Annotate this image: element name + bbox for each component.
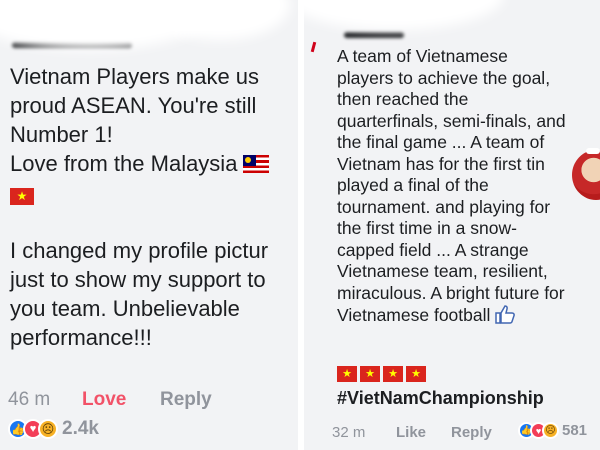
comment-line: the first time in a snow-	[337, 218, 517, 238]
flag-vietnam-icon: ★	[337, 366, 357, 382]
reaction-count: 2.4k	[62, 418, 99, 439]
comment-line-with-icon: Vietnamese football	[337, 304, 566, 327]
right-comment-panel: A team of Vietnamese players to achieve …	[304, 0, 600, 450]
comment-line: miraculous. A bright future for	[337, 282, 565, 303]
comment-line: just to show my support to	[10, 267, 266, 292]
sad-reaction-icon: ☹	[542, 422, 559, 439]
reaction-summary[interactable]: 👍 ♥ ☹ 581	[518, 422, 587, 439]
comment-line: then reached the	[337, 89, 469, 109]
blur-overlay	[304, 0, 504, 30]
thumbs-up-icon	[495, 305, 516, 324]
comment-line: proud ASEAN. You're still	[10, 93, 257, 118]
reply-button[interactable]: Reply	[451, 424, 492, 441]
comment-timestamp: 46 m	[8, 389, 51, 410]
sad-reaction-icon: ☹	[38, 419, 58, 439]
love-reaction-button[interactable]: Love	[82, 389, 126, 411]
comment-line: Vietnam has for the first tin	[337, 153, 545, 174]
commenter-name-blurred	[344, 32, 404, 38]
comment-line: played a final of the	[337, 175, 489, 195]
reaction-count: 581	[562, 422, 588, 439]
comment-line: you team. Unbelievable	[10, 296, 240, 321]
comment-line-with-flag: Love from the Malaysia	[10, 149, 270, 178]
like-button[interactable]: Like	[396, 424, 426, 441]
vietnam-flag-strip: ★ ★ ★ ★	[337, 366, 429, 382]
comment-line: I changed my profile pictur	[10, 238, 269, 263]
avatar-hat-trim	[586, 148, 600, 154]
red-mark	[310, 41, 317, 53]
comment-line: capped field ... A strange	[337, 239, 529, 260]
hashtag-link[interactable]: #VietNamChampionship	[337, 388, 544, 409]
flag-malaysia-icon	[243, 155, 270, 173]
comment-body: Vietnam Players make us proud ASEAN. You…	[10, 62, 270, 352]
reaction-summary[interactable]: 👍 ♥ ☹ 2.4k	[8, 418, 99, 440]
comment-line: Love from the Malaysia	[10, 151, 238, 176]
comment-line: Number 1!	[10, 122, 113, 147]
comment-line: tournament. and playing for	[337, 196, 551, 217]
comment-line: Vietnamese team, resilient,	[337, 261, 548, 281]
comment-body: A team of Vietnamese players to achieve …	[337, 46, 566, 327]
comment-line: A team of Vietnamese	[337, 46, 508, 66]
comment-line: quarterfinals, semi-finals, and	[337, 110, 566, 131]
left-comment-panel: Vietnam Players make us proud ASEAN. You…	[0, 0, 298, 450]
comment-line: players to achieve the goal,	[337, 67, 551, 88]
reply-button[interactable]: Reply	[160, 389, 212, 411]
comment-line: performance!!!	[10, 325, 152, 350]
flag-vietnam-icon: ★	[10, 188, 34, 205]
flag-line: ★	[10, 178, 269, 207]
flag-vietnam-icon: ★	[406, 366, 426, 382]
comment-line: Vietnam Players make us	[10, 64, 260, 89]
comment-line: Vietnamese football	[337, 305, 491, 325]
comment-timestamp: 32 m	[332, 424, 366, 441]
flag-vietnam-icon: ★	[383, 366, 403, 382]
flag-vietnam-icon: ★	[360, 366, 380, 382]
comment-line: the final game ... A team of	[337, 132, 545, 152]
